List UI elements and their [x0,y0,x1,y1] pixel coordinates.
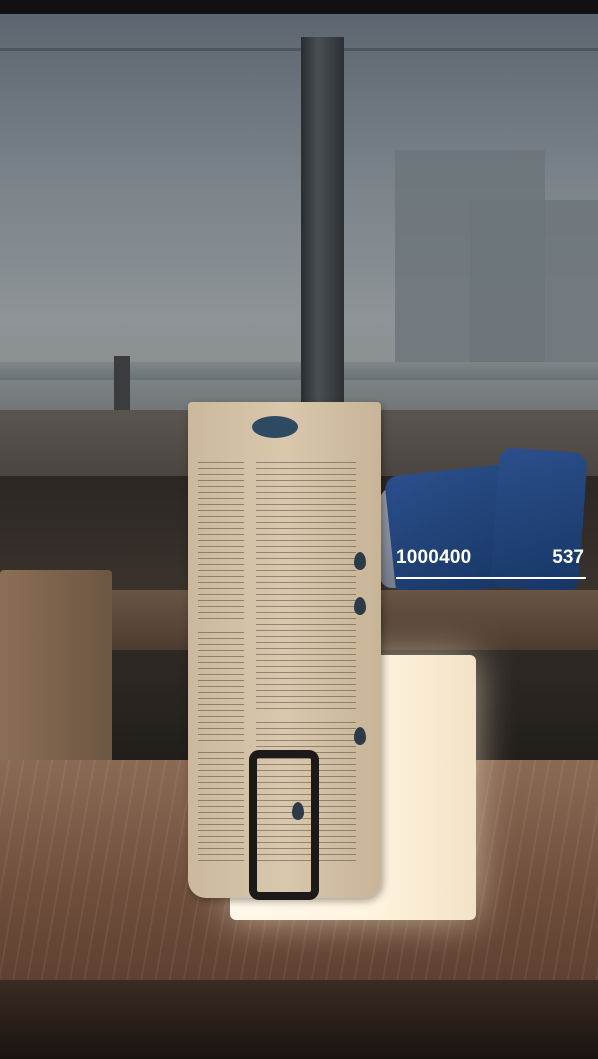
product-label: 1000400 537 [396,547,586,579]
photo-scene: 1000400 537 [0,0,598,1059]
menu-text-column [198,752,244,862]
background-building [470,200,598,370]
product-number: 537 [552,547,584,568]
water-drop-icon [354,552,366,570]
mooring-bollard [114,356,130,412]
top-dark-strip [0,0,598,14]
water-drop-icon [354,597,366,615]
menu-text-column [198,632,244,742]
table-edge [0,980,598,1059]
glass-panel-edge [0,48,598,51]
menu-text-column [256,462,356,712]
product-code: 1000400 [396,547,472,568]
wooden-chair [0,570,112,770]
fish-logo-icon [252,416,298,438]
menu-text-column [198,462,244,622]
water-drop-icon [354,727,366,745]
menu-stand-holder [249,750,319,900]
glass-support-post [301,37,344,407]
